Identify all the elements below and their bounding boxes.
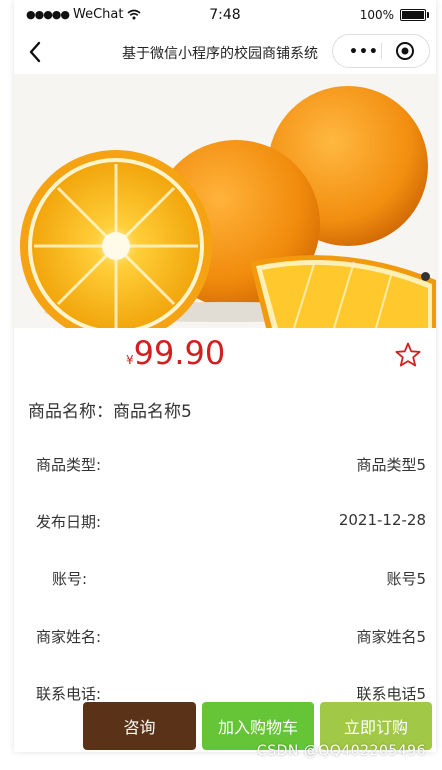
product-name: 商品名称5 [113, 402, 192, 422]
star-outline-icon[interactable] [394, 341, 422, 369]
detail-label: 商品类型: [36, 456, 102, 474]
detail-row-phone: 联系电话: 联系电话5 [14, 680, 436, 704]
currency-symbol: ¥ [126, 353, 134, 367]
detail-row-account: 账号: 账号5 [14, 565, 436, 589]
detail-label: 商家姓名: [36, 628, 102, 646]
mini-program-capsule: ••• [332, 34, 430, 68]
product-image [14, 74, 436, 328]
detail-label: 发布日期: [36, 513, 102, 531]
detail-row-date: 发布日期: 2021-12-28 [14, 508, 436, 532]
capsule-divider [381, 43, 382, 59]
product-name-row: 商品名称：商品名称5 [28, 397, 192, 422]
detail-value: 商品类型5 [356, 456, 426, 474]
detail-row-merchant: 商家姓名: 商家姓名5 [14, 623, 436, 647]
detail-value: 账号5 [386, 570, 426, 588]
battery-icon [400, 9, 429, 21]
status-bar: ●●●●● WeChat 7:48 100% [14, 0, 436, 30]
more-dots-icon[interactable]: ••• [349, 44, 379, 60]
carousel-indicator[interactable] [421, 272, 430, 281]
consult-button[interactable]: 咨询 [83, 702, 196, 750]
battery-percent: 100% [359, 8, 394, 22]
detail-value: 商家姓名5 [356, 628, 426, 646]
product-name-label: 商品名称： [28, 402, 113, 422]
product-image-carousel[interactable] [14, 74, 436, 328]
detail-row-type: 商品类型: 商品类型5 [14, 451, 436, 475]
target-circle-icon[interactable] [395, 41, 415, 61]
detail-label: 账号: [52, 570, 88, 588]
phone-screen: ●●●●● WeChat 7:48 100% 基于微信小程序的校园商铺系统 ••… [14, 0, 436, 752]
detail-label: 联系电话: [36, 685, 102, 703]
price-value: 99.90 [133, 334, 226, 372]
chevron-left-icon[interactable] [24, 40, 48, 64]
price: ¥99.90 [126, 334, 225, 372]
nav-bar: 基于微信小程序的校园商铺系统 ••• [14, 30, 436, 74]
detail-value: 联系电话5 [356, 685, 426, 703]
detail-value: 2021-12-28 [338, 511, 426, 529]
page-title: 基于微信小程序的校园商铺系统 [122, 46, 318, 62]
watermark: CSDN @QQ402205496 [256, 743, 426, 759]
